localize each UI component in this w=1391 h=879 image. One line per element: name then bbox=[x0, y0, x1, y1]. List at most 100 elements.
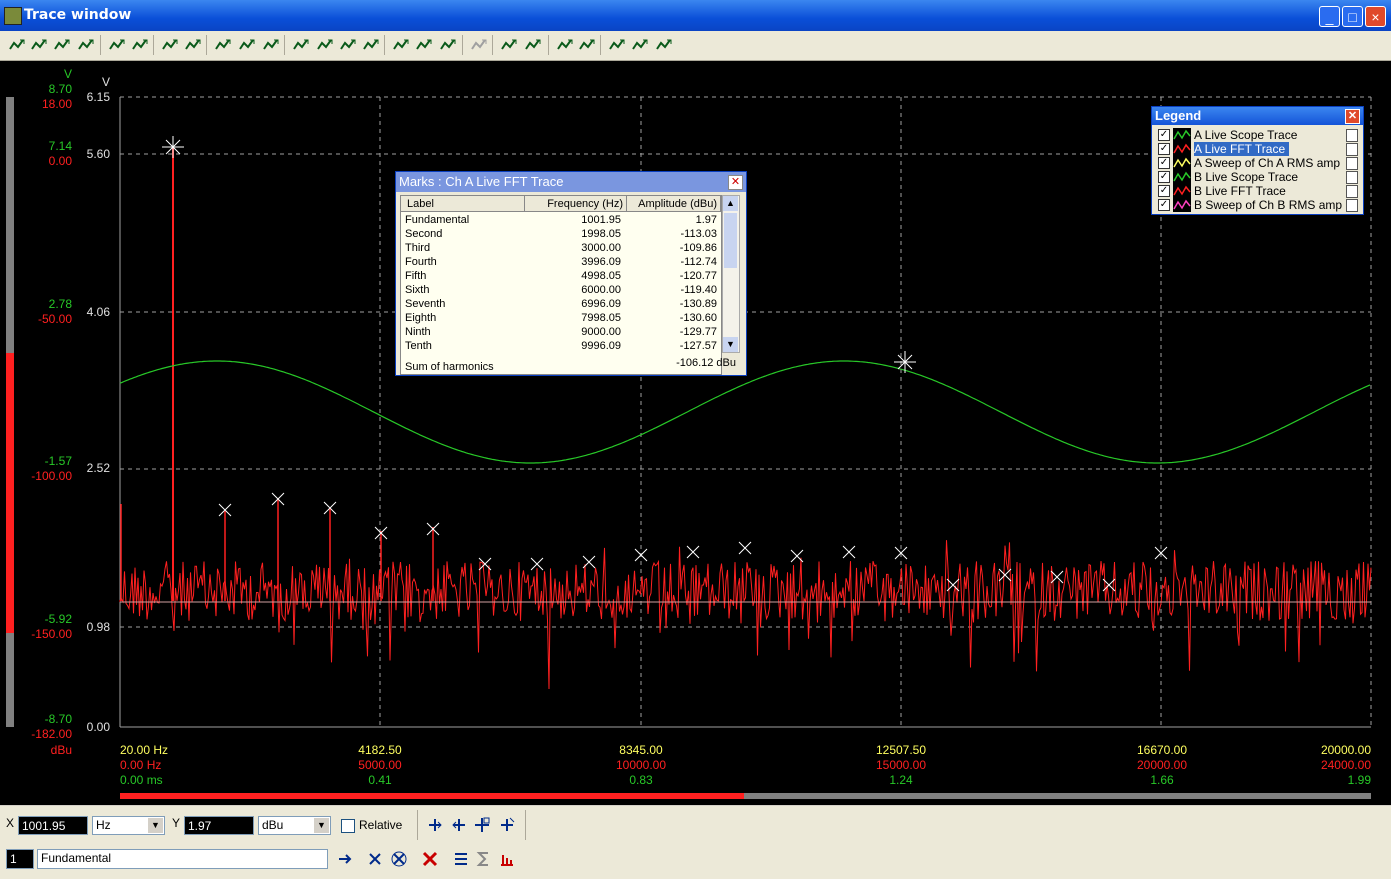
settings-icon[interactable] bbox=[655, 36, 673, 54]
cursor-down-icon[interactable] bbox=[524, 36, 542, 54]
marks-scrollbar[interactable]: ▲ ▼ bbox=[722, 195, 740, 353]
harmonic-mark[interactable] bbox=[842, 545, 856, 559]
scope-cursor-mark[interactable] bbox=[894, 351, 916, 373]
x-value-field[interactable]: 1001.95 bbox=[18, 816, 88, 835]
mark-delete-all-icon[interactable] bbox=[390, 850, 408, 868]
mark-move-icon[interactable] bbox=[578, 36, 596, 54]
table-row[interactable]: Eighth 7998.05 -130.60 bbox=[401, 311, 721, 325]
peak-down-icon[interactable] bbox=[339, 36, 357, 54]
fundamental-cursor-mark[interactable] bbox=[162, 136, 184, 158]
zoom-in-icon[interactable] bbox=[392, 36, 410, 54]
table-row[interactable]: Fourth 3996.09 -112.74 bbox=[401, 255, 721, 269]
scroll-down-icon[interactable]: ▼ bbox=[723, 337, 738, 352]
marks-close-icon[interactable]: ✕ bbox=[728, 175, 743, 190]
harmonic-mark[interactable] bbox=[582, 555, 596, 569]
marks-col-frequency[interactable]: Frequency (Hz) bbox=[525, 196, 627, 212]
x-unit-select[interactable]: Hz ▼ bbox=[92, 816, 165, 835]
maximize-button[interactable]: □ bbox=[1342, 6, 1363, 27]
zoom-x-icon[interactable] bbox=[238, 36, 256, 54]
legend-checkbox[interactable]: ✓ bbox=[1158, 157, 1170, 169]
mark-insert-icon[interactable] bbox=[450, 816, 468, 834]
disabled-icon[interactable] bbox=[470, 36, 488, 54]
auto-scale-icon[interactable] bbox=[439, 36, 457, 54]
y-unit-select[interactable]: dBu ▼ bbox=[258, 816, 331, 835]
reference-icon[interactable] bbox=[631, 36, 649, 54]
trace-properties-icon[interactable] bbox=[1346, 185, 1358, 198]
marks-col-label[interactable]: Label bbox=[401, 196, 525, 212]
harmonic-mark[interactable] bbox=[686, 545, 700, 559]
harmonic-mark[interactable] bbox=[998, 568, 1012, 582]
copy-icon[interactable] bbox=[77, 36, 95, 54]
table-row[interactable]: Ninth 9000.00 -129.77 bbox=[401, 325, 721, 339]
harmonic-mark[interactable] bbox=[478, 557, 492, 571]
mark-delete-icon[interactable] bbox=[366, 850, 384, 868]
chevron-down-icon[interactable]: ▼ bbox=[314, 818, 329, 833]
marks-col-amplitude[interactable]: Amplitude (dBu) bbox=[627, 196, 721, 212]
clear-marks-icon[interactable] bbox=[421, 850, 439, 868]
relative-checkbox[interactable] bbox=[341, 819, 355, 833]
legend-item[interactable]: ✓ B Live Scope Trace bbox=[1156, 170, 1360, 184]
legend-header[interactable]: Legend ✕ bbox=[1152, 107, 1363, 125]
legend-checkbox[interactable]: ✓ bbox=[1158, 199, 1170, 211]
harmonic-mark[interactable] bbox=[634, 548, 648, 562]
marks-panel-header[interactable]: Marks : Ch A Live FFT Trace ✕ bbox=[396, 172, 746, 192]
legend-item[interactable]: ✓ A Live Scope Trace bbox=[1156, 128, 1360, 142]
marks-table[interactable]: Label Frequency (Hz) Amplitude (dBu) Sum… bbox=[400, 195, 722, 375]
sum-icon[interactable] bbox=[475, 850, 493, 868]
chevron-down-icon[interactable]: ▼ bbox=[148, 818, 163, 833]
harmonic-mark[interactable] bbox=[738, 541, 752, 555]
harmonic-mark[interactable] bbox=[790, 549, 804, 563]
numeric-icon[interactable] bbox=[184, 36, 202, 54]
scroll-thumb[interactable] bbox=[724, 213, 737, 268]
minimize-button[interactable]: _ bbox=[1319, 6, 1340, 27]
legend-checkbox[interactable]: ✓ bbox=[1158, 185, 1170, 197]
close-button[interactable]: × bbox=[1365, 6, 1386, 27]
legend-checkbox[interactable]: ✓ bbox=[1158, 143, 1170, 155]
arrow-up-icon[interactable] bbox=[608, 36, 626, 54]
trace-properties-icon[interactable] bbox=[1346, 171, 1358, 184]
save-icon[interactable] bbox=[53, 36, 71, 54]
zoom-out-icon[interactable] bbox=[415, 36, 433, 54]
trace-properties-icon[interactable] bbox=[1346, 157, 1358, 170]
legend-panel[interactable]: Legend ✕ ✓ A Live Scope Trace ✓ A Live FFT … bbox=[1151, 106, 1364, 215]
mark-add-icon[interactable] bbox=[426, 816, 444, 834]
mark-peak-icon[interactable] bbox=[473, 816, 491, 834]
legend-close-icon[interactable]: ✕ bbox=[1345, 109, 1360, 124]
legend-item[interactable]: ✓ B Live FFT Trace bbox=[1156, 184, 1360, 198]
trace-properties-icon[interactable] bbox=[1346, 129, 1358, 142]
zoom-fit-icon[interactable] bbox=[214, 36, 232, 54]
mark-name-field[interactable]: Fundamental bbox=[37, 849, 328, 869]
table-row[interactable]: Sixth 6000.00 -119.40 bbox=[401, 283, 721, 297]
trace-add-icon[interactable] bbox=[8, 36, 26, 54]
bottom-scrollbar-thumb[interactable] bbox=[120, 793, 744, 799]
mark-add-icon[interactable] bbox=[556, 36, 574, 54]
peak-right-icon[interactable] bbox=[362, 36, 380, 54]
harmonic-list-icon[interactable] bbox=[452, 850, 470, 868]
legend-checkbox[interactable]: ✓ bbox=[1158, 171, 1170, 183]
table-row[interactable]: Seventh 6996.09 -130.89 bbox=[401, 297, 721, 311]
legend-item[interactable]: ✓ A Sweep of Ch A RMS amp bbox=[1156, 156, 1360, 170]
marks-panel[interactable]: Marks : Ch A Live FFT Trace ✕ Label Freq… bbox=[395, 171, 747, 376]
graph-table-icon[interactable] bbox=[131, 36, 149, 54]
table-row[interactable]: Third 3000.00 -109.86 bbox=[401, 241, 721, 255]
harmonic-marks-icon[interactable] bbox=[498, 850, 516, 868]
trace-properties-icon[interactable] bbox=[1346, 199, 1358, 212]
scroll-up-icon[interactable]: ▲ bbox=[723, 196, 738, 211]
mark-index-field[interactable]: 1 bbox=[6, 849, 34, 869]
mark-auto-icon[interactable] bbox=[498, 816, 516, 834]
peak-left-icon[interactable] bbox=[292, 36, 310, 54]
mark-apply-icon[interactable] bbox=[336, 850, 354, 868]
peak-up-icon[interactable] bbox=[316, 36, 334, 54]
trace-wave-icon[interactable] bbox=[30, 36, 48, 54]
legend-checkbox[interactable]: ✓ bbox=[1158, 129, 1170, 141]
y-value-field[interactable]: 1.97 bbox=[184, 816, 254, 835]
table-row[interactable]: Second 1998.05 -113.03 bbox=[401, 227, 721, 241]
table-row[interactable]: Tenth 9996.09 -127.57 bbox=[401, 339, 721, 353]
table-row[interactable]: Fifth 4998.05 -120.77 bbox=[401, 269, 721, 283]
wave-icon[interactable] bbox=[262, 36, 280, 54]
left-scrollbar-thumb[interactable] bbox=[6, 353, 14, 633]
cursor-up-icon[interactable] bbox=[500, 36, 518, 54]
legend-item[interactable]: ✓ A Live FFT Trace bbox=[1156, 142, 1360, 156]
trace-properties-icon[interactable] bbox=[1346, 143, 1358, 156]
graph-icon[interactable] bbox=[108, 36, 126, 54]
